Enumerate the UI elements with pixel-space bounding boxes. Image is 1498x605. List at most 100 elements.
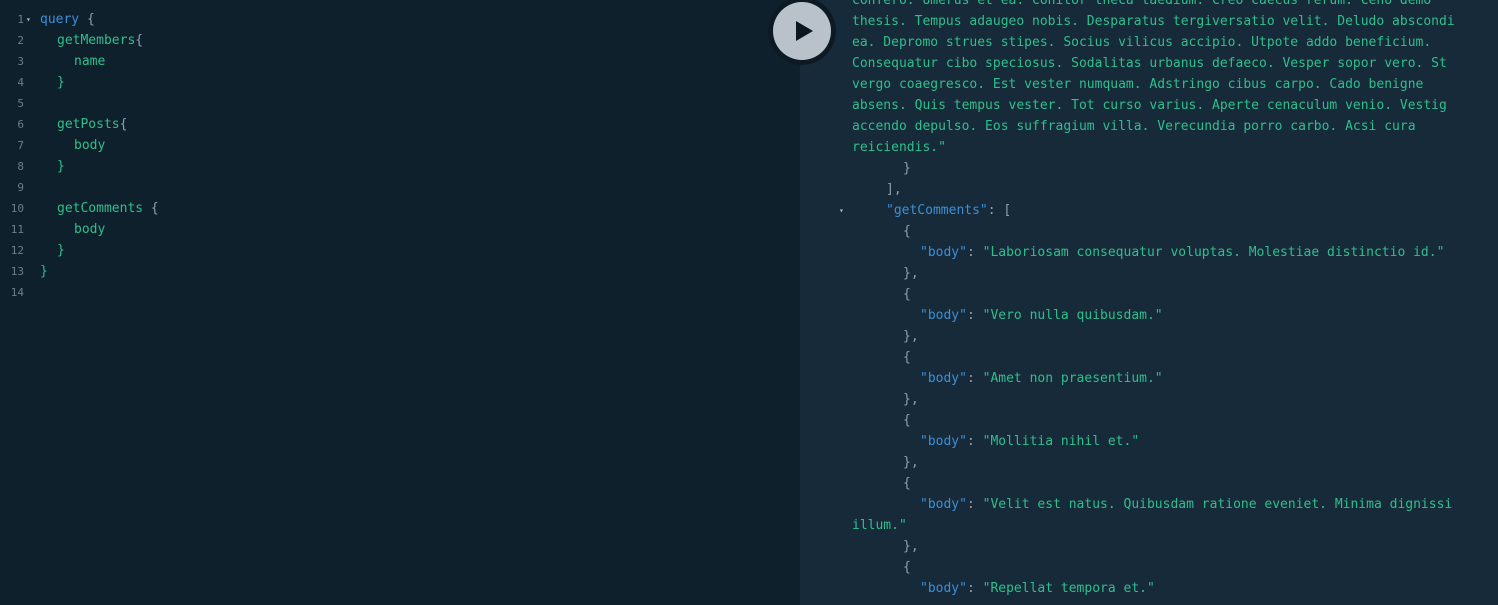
string-value: "Laboriosam consequatur voluptas. Molest… [982, 245, 1445, 260]
execute-query-button-face[interactable] [773, 2, 831, 60]
brace: } [57, 243, 65, 258]
result-line: "body": "Amet non praesentium." [800, 368, 1498, 389]
result-line: ], [800, 179, 1498, 200]
brace: { [143, 201, 159, 216]
line-number: 1 [17, 13, 24, 26]
string-value: "Velit est natus. Quibusdam ratione even… [982, 497, 1453, 512]
brace: { [903, 287, 911, 302]
colon: : [966, 581, 983, 596]
editor-line[interactable]: 6 getPosts{ [0, 114, 800, 135]
editor-line[interactable]: 1 ▾ query { [0, 9, 800, 30]
line-number: 3 [17, 55, 24, 68]
result-line: }, [800, 452, 1498, 473]
string-value: illum." [852, 518, 907, 533]
string-value: vergo coaegresco. Est vester numquam. Ad… [852, 77, 1424, 92]
result-line: ▾ "getComments": [ [800, 200, 1498, 221]
result-line: vergo coaegresco. Est vester numquam. Ad… [800, 74, 1498, 95]
result-line: }, [800, 389, 1498, 410]
editor-line[interactable]: 13 } [0, 261, 800, 282]
line-number: 5 [17, 97, 24, 110]
string-value: reiciendis." [852, 140, 946, 155]
colon: : [966, 308, 983, 323]
result-line: absens. Quis tempus vester. Tot curso va… [800, 95, 1498, 116]
result-line: Consequatur cibo speciosus. Sodalitas ur… [800, 53, 1498, 74]
editor-line[interactable]: 8 } [0, 156, 800, 177]
line-number: 9 [17, 181, 24, 194]
result-line: "body": "Repellat tempora et." [800, 578, 1498, 599]
result-viewer[interactable]: confero. Umerus et ea. Conitor theca tae… [800, 0, 1498, 605]
execute-query-button[interactable] [768, 0, 836, 65]
fold-arrow-icon[interactable]: ▾ [26, 9, 36, 30]
fold-arrow-icon[interactable]: ▾ [839, 200, 844, 221]
result-line: { [800, 221, 1498, 242]
string-value: "Repellat tempora et." [982, 581, 1155, 596]
editor-line[interactable]: 4 } [0, 72, 800, 93]
line-number: 11 [10, 223, 24, 236]
line-number: 4 [17, 76, 24, 89]
result-line: { [800, 347, 1498, 368]
brace: } [57, 75, 65, 90]
brace: }, [903, 266, 919, 281]
line-number: 8 [17, 160, 24, 173]
editor-line[interactable]: 5 [0, 93, 800, 114]
result-line: confero. Umerus et ea. Conitor theca tae… [800, 0, 1498, 11]
string-value: confero. Umerus et ea. Conitor theca tae… [852, 0, 1432, 8]
editor-line[interactable]: 10 getComments { [0, 198, 800, 219]
editor-line[interactable]: 14 [0, 282, 800, 303]
brace: }, [903, 455, 919, 470]
field-getMembers: getMembers [57, 33, 136, 48]
string-value: "Amet non praesentium." [982, 371, 1163, 386]
editor-line[interactable]: 3 name [0, 51, 800, 72]
colon: : [966, 497, 983, 512]
editor-line[interactable]: 7 body [0, 135, 800, 156]
result-line: } [800, 158, 1498, 179]
brace: } [57, 159, 65, 174]
brace: { [903, 413, 911, 428]
result-line: }, [800, 326, 1498, 347]
json-key: "body" [920, 497, 967, 512]
line-number: 14 [10, 286, 24, 299]
json-key: "body" [920, 308, 967, 323]
editor-line[interactable]: 2 getMembers{ [0, 30, 800, 51]
result-line: "body": "Velit est natus. Quibusdam rati… [800, 494, 1498, 515]
result-line: { [800, 557, 1498, 578]
result-line: { [800, 410, 1498, 431]
query-keyword: query [40, 12, 80, 27]
brace: { [903, 476, 911, 491]
result-line: accendo depulso. Eos suffragium villa. V… [800, 116, 1498, 137]
line-number: 13 [10, 265, 24, 278]
brace: { [135, 33, 144, 48]
colon: : [966, 434, 983, 449]
line-number: 12 [10, 244, 24, 257]
string-value: absens. Quis tempus vester. Tot curso va… [852, 98, 1447, 113]
line-number: 6 [17, 118, 24, 131]
query-editor[interactable]: 1 ▾ query { 2 getMembers{ 3 name 4 } 5 6… [0, 0, 800, 605]
result-line: thesis. Tempus adaugeo nobis. Desparatus… [800, 11, 1498, 32]
string-value: "Mollitia nihil et." [982, 434, 1140, 449]
colon: : [966, 245, 983, 260]
brace: } [903, 161, 911, 176]
line-number: 7 [17, 139, 24, 152]
result-line: "body": "Vero nulla quibusdam." [800, 305, 1498, 326]
result-line: "body": "Laboriosam consequatur voluptas… [800, 242, 1498, 263]
line-number: 2 [17, 34, 24, 47]
json-key: "body" [920, 434, 967, 449]
result-line: }, [800, 536, 1498, 557]
brace: { [903, 560, 911, 575]
field-getComments: getComments [57, 201, 144, 216]
string-value: ea. Depromo strues stipes. Socius vilicu… [852, 35, 1432, 50]
editor-line[interactable]: 9 [0, 177, 800, 198]
brace: { [903, 224, 911, 239]
bracket: : [ [987, 203, 1012, 218]
field-body: body [74, 138, 106, 153]
string-value: thesis. Tempus adaugeo nobis. Desparatus… [852, 14, 1455, 29]
brace: { [79, 12, 95, 27]
string-value: "Vero nulla quibusdam." [982, 308, 1163, 323]
result-line: }, [800, 263, 1498, 284]
editor-line[interactable]: 11 body [0, 219, 800, 240]
string-value: Consequatur cibo speciosus. Sodalitas ur… [852, 56, 1447, 71]
graphiql-app: 1 ▾ query { 2 getMembers{ 3 name 4 } 5 6… [0, 0, 1498, 605]
json-key: "body" [920, 581, 967, 596]
brace: }, [903, 329, 919, 344]
editor-line[interactable]: 12 } [0, 240, 800, 261]
